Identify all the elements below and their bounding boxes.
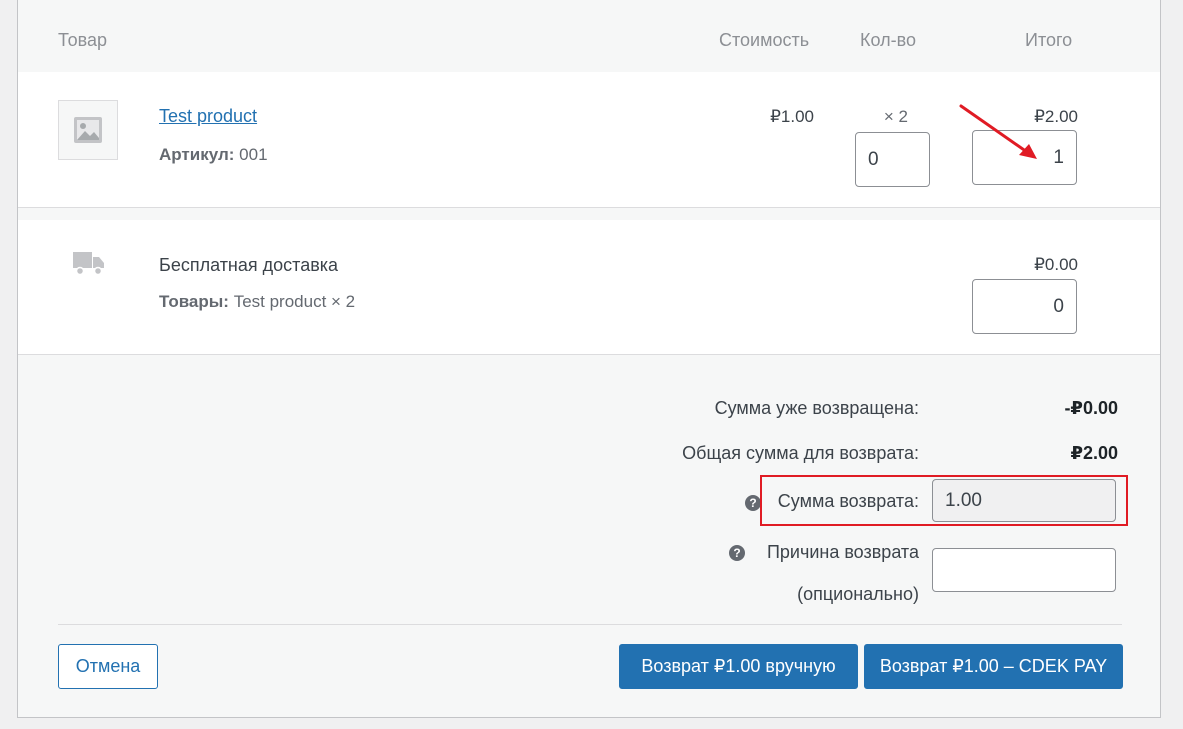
sku-value: 001: [239, 145, 268, 164]
product-name-link[interactable]: Test product: [159, 106, 257, 127]
divider: [58, 624, 1122, 625]
refund-reason-label-line2: (опционально): [797, 584, 919, 604]
refund-manual-button[interactable]: Возврат ₽1.00 вручную: [619, 644, 858, 689]
refund-gateway-button[interactable]: Возврат ₽1.00 – CDEK PAY: [864, 644, 1123, 689]
shipping-items-label: Товары:: [159, 292, 229, 311]
shipping-items-value: Test product × 2: [233, 292, 356, 311]
available-refund-value: ₽2.00: [1070, 443, 1118, 463]
col-total-header: Итого: [1025, 30, 1073, 50]
product-qty: × 2: [883, 107, 908, 126]
refund-shipping-input[interactable]: [972, 279, 1077, 334]
already-refunded-value: -₽0.00: [1064, 398, 1118, 418]
help-icon-reason[interactable]: ?: [729, 545, 745, 561]
already-refunded-label: Сумма уже возвращена:: [714, 398, 919, 418]
sku-label: Артикул:: [159, 145, 235, 164]
product-cost: ₽1.00: [770, 107, 814, 126]
image-placeholder-icon: [58, 100, 118, 160]
truck-icon: [73, 250, 105, 281]
refund-qty-input[interactable]: [855, 132, 930, 187]
shipping-total: ₽0.00: [1034, 255, 1078, 274]
col-product-header: Товар: [58, 30, 107, 50]
help-icon[interactable]: ?: [745, 495, 761, 511]
shipping-name: Бесплатная доставка: [159, 255, 339, 275]
arrow-annotation-icon: [959, 104, 1037, 159]
table-header: Товар Стоимость Кол-во Итого: [18, 0, 1160, 72]
table-row-shipping: Бесплатная доставка Товары: Test product…: [18, 220, 1160, 355]
available-refund-label: Общая сумма для возврата:: [682, 443, 919, 463]
col-cost-header: Стоимость: [719, 30, 810, 50]
refund-reason-label-line1: Причина возврата: [766, 542, 919, 562]
shipping-items: Товары: Test product × 2: [159, 292, 355, 312]
refund-reason-input[interactable]: [932, 548, 1116, 592]
product-sku: Артикул: 001: [159, 145, 268, 165]
highlight-box: [760, 475, 1128, 526]
col-qty-header: Кол-во: [860, 30, 916, 50]
cancel-button[interactable]: Отмена: [58, 644, 158, 689]
